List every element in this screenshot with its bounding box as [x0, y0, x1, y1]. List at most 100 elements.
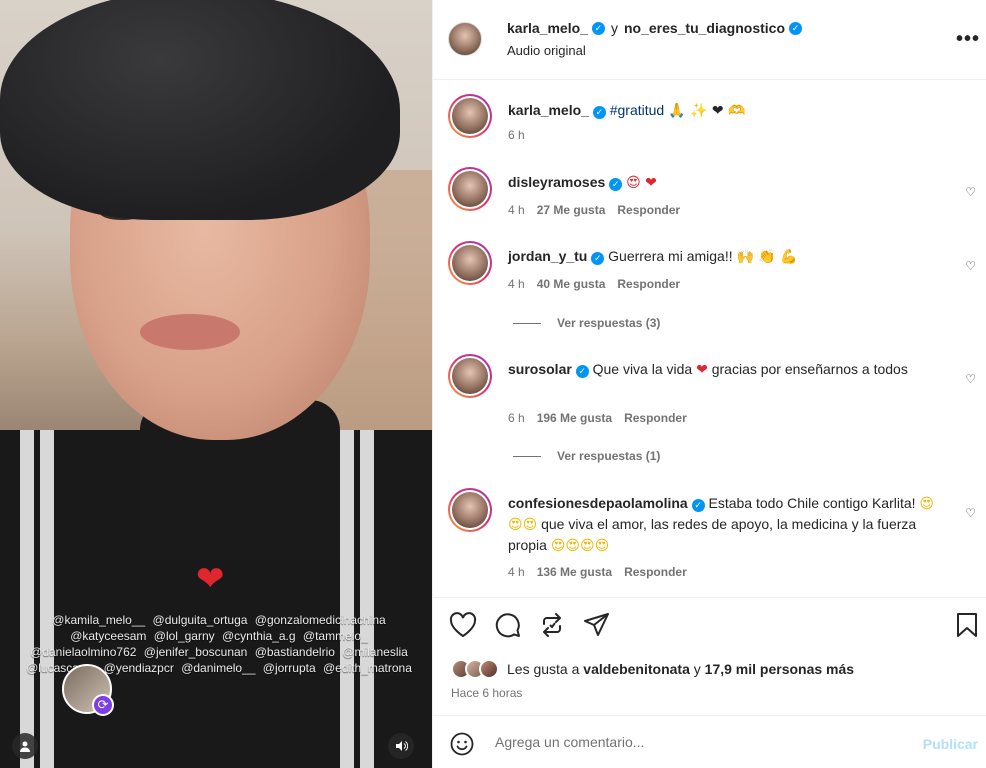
comment-likes[interactable]: 196 Me gusta: [537, 411, 612, 425]
comment-input[interactable]: [495, 730, 895, 754]
mention-tag[interactable]: @milaneslia: [342, 645, 408, 659]
comment-meta: 4 h 136 Me gusta Responder: [508, 565, 687, 579]
authors-conjunction: y: [610, 20, 618, 36]
reply-button[interactable]: Responder: [617, 203, 680, 217]
photo-cap: [0, 0, 400, 220]
comment-time[interactable]: 4 h: [508, 277, 525, 291]
mention-tag[interactable]: @dulguita_ortuga: [153, 613, 248, 627]
likes-prefix: Les gusta a: [507, 661, 584, 677]
like-comment-icon[interactable]: ♡: [965, 506, 976, 520]
reply-button[interactable]: Responder: [624, 565, 687, 579]
caption-text: karla_melo_ ✓ #gratitud 🙏 ✨ ❤ 🫶: [508, 100, 948, 121]
mention-tag[interactable]: @danielaolmino762: [30, 645, 136, 659]
comment-avatar: [452, 492, 488, 528]
mention-tag[interactable]: @gonzalomedicinachina: [255, 613, 386, 627]
verified-badge-icon: ✓: [575, 364, 589, 378]
comment-username[interactable]: confesionesdepaolamolina: [508, 495, 688, 511]
like-comment-icon[interactable]: ♡: [965, 259, 976, 273]
comment-avatar-ring[interactable]: [448, 241, 492, 285]
post-header: karla_melo_ ✓ y no_eres_tu_diagnostico ✓…: [433, 0, 986, 80]
comment-emoji: 😍 ❤: [626, 175, 657, 191]
verified-badge-icon: ✓: [789, 21, 802, 35]
mention-tag[interactable]: @jenifer_boscunan: [144, 645, 248, 659]
volume-icon[interactable]: [388, 733, 414, 759]
likes-text: Les gusta a valdebenitonata y 17,9 mil p…: [507, 661, 854, 677]
heart-sticker: ❤: [196, 560, 225, 598]
reply-button[interactable]: Responder: [617, 277, 680, 291]
post-actions: Les gusta a valdebenitonata y 17,9 mil p…: [433, 597, 986, 715]
reply-button[interactable]: Responder: [624, 411, 687, 425]
post-comment-button[interactable]: Publicar: [923, 736, 978, 752]
caption-time[interactable]: 6 h: [508, 128, 525, 142]
comment-time[interactable]: 4 h: [508, 203, 525, 217]
like-comment-icon[interactable]: ♡: [965, 372, 976, 386]
comment-time[interactable]: 6 h: [508, 411, 525, 425]
collaborator-username[interactable]: no_eres_tu_diagnostico: [624, 20, 785, 36]
caption-avatar-ring[interactable]: [448, 94, 492, 138]
mention-tag[interactable]: @katyceesam: [70, 629, 146, 643]
jacket-stripe: [340, 430, 354, 768]
view-replies-label: Ver respuestas (1): [557, 449, 661, 463]
mention-tag[interactable]: @lol_garny: [154, 629, 215, 643]
comment-meta: 4 h 40 Me gusta Responder: [508, 277, 680, 291]
view-replies-button[interactable]: Ver respuestas (3): [513, 316, 660, 330]
user-tags-icon[interactable]: [12, 733, 38, 759]
jacket-stripe: [40, 430, 54, 768]
post-media[interactable]: ❤ @kamila_melo__ @dulguita_ortuga @gonza…: [0, 0, 432, 768]
caption-username[interactable]: karla_melo_: [508, 102, 589, 118]
mention-tag[interactable]: @yendiazpcr: [104, 661, 174, 675]
action-icons: [449, 612, 611, 638]
comments-list[interactable]: karla_melo_ ✓ #gratitud 🙏 ✨ ❤ 🫶 6 h disl…: [433, 81, 986, 597]
comment-username[interactable]: jordan_y_tu: [508, 248, 587, 264]
replies-divider: [513, 322, 541, 324]
post-time[interactable]: Hace 6 horas: [451, 686, 522, 700]
mention-tag[interactable]: @cynthia_a.g: [222, 629, 296, 643]
likes-count[interactable]: 17,9 mil personas más: [705, 661, 854, 677]
author-username[interactable]: karla_melo_: [507, 20, 588, 36]
caption-emoji: 🙏 ✨ ❤ 🫶: [668, 103, 746, 119]
jacket-stripe: [20, 430, 34, 768]
repost-icon[interactable]: [539, 612, 565, 638]
comment-likes[interactable]: 40 Me gusta: [537, 277, 606, 291]
view-replies-button[interactable]: Ver respuestas (1): [513, 449, 660, 463]
comment-body: Estaba todo Chile contigo Karlita!: [708, 495, 920, 511]
verified-badge-icon: ✓: [591, 251, 605, 265]
comment-avatar-ring[interactable]: [448, 488, 492, 532]
save-icon[interactable]: [956, 612, 978, 638]
post-side-panel: karla_melo_ ✓ y no_eres_tu_diagnostico ✓…: [432, 0, 986, 768]
emoji-picker-icon[interactable]: [450, 732, 474, 759]
caption-meta: 6 h: [508, 128, 525, 142]
verified-badge-icon: ✓: [691, 498, 705, 512]
mention-tag[interactable]: @jorrupta: [263, 661, 316, 675]
comment-likes[interactable]: 27 Me gusta: [537, 203, 606, 217]
share-icon[interactable]: [583, 612, 611, 638]
like-comment-icon[interactable]: ♡: [965, 185, 976, 199]
comment-time[interactable]: 4 h: [508, 565, 525, 579]
verified-badge-icon: ✓: [591, 21, 605, 35]
comment-avatar-ring[interactable]: [448, 167, 492, 211]
replies-divider: [513, 455, 541, 457]
mention-tag[interactable]: @tammelo_: [303, 629, 368, 643]
comment-username[interactable]: surosolar: [508, 361, 572, 377]
comment-likes[interactable]: 136 Me gusta: [537, 565, 612, 579]
liker-username[interactable]: valdebenitonata: [583, 661, 690, 677]
jacket-stripe: [360, 430, 374, 768]
mention-tag[interactable]: @danimelo__: [181, 661, 255, 675]
repost-icon: ⟳: [92, 694, 114, 716]
comment-username[interactable]: disleyramoses: [508, 174, 605, 190]
comment-avatar: [452, 171, 488, 207]
comment-body-continued: gracias por enseñarnos a todos: [707, 361, 908, 377]
comment-icon[interactable]: [495, 612, 521, 638]
audio-link[interactable]: Audio original: [507, 43, 586, 58]
comment-avatar: [452, 358, 488, 394]
like-icon[interactable]: [449, 612, 477, 638]
likes-summary: Les gusta a valdebenitonata y 17,9 mil p…: [451, 659, 854, 679]
mention-tag[interactable]: @kamila_melo__: [52, 613, 145, 627]
more-options-icon[interactable]: •••: [956, 28, 980, 51]
mention-tag[interactable]: @bastiandelrio: [255, 645, 335, 659]
hashtag-link[interactable]: #gratitud: [610, 102, 664, 118]
photo-lips: [140, 314, 240, 350]
author-avatar[interactable]: [448, 22, 482, 56]
mention-tag[interactable]: @edith_matrona: [323, 661, 412, 675]
comment-avatar-ring[interactable]: [448, 354, 492, 398]
